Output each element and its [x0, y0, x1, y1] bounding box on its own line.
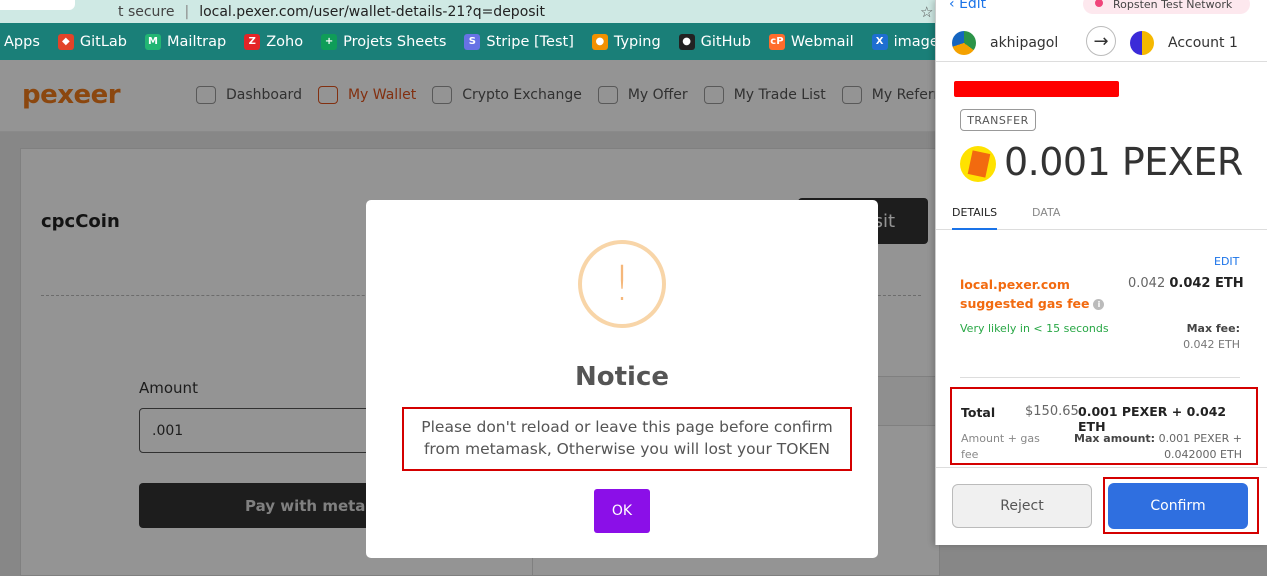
- bookmark-label: Mailtrap: [167, 33, 227, 50]
- max-fee-value: 0.042 ETH: [1183, 338, 1240, 351]
- bookmark-item[interactable]: ◆ GitLab: [57, 33, 128, 50]
- gas-fee-primary: 0.042 ETH: [1169, 276, 1244, 291]
- bookmark-label: GitHub: [700, 33, 751, 50]
- tab-details[interactable]: DETAILS: [952, 206, 998, 230]
- gas-fee-secondary: 0.042: [1128, 276, 1166, 291]
- to-account[interactable]: Account 1: [1130, 31, 1238, 55]
- tab-data[interactable]: DATA: [1032, 206, 1060, 219]
- bookmark-item[interactable]: Z Zoho: [244, 33, 304, 50]
- total-sublabel: Amount + gas fee: [961, 431, 1051, 463]
- to-account-avatar: [1130, 31, 1154, 55]
- redacted-origin: [954, 81, 1119, 97]
- gas-fee-value: 0.042 0.042 ETH: [1128, 276, 1244, 291]
- bookmark-label: Zoho: [266, 33, 304, 50]
- bookmark-label: Typing: [613, 33, 661, 50]
- bookmark-item[interactable]: ● Typing: [591, 33, 661, 50]
- info-icon[interactable]: i: [1093, 299, 1105, 310]
- network-name: Ropsten Test Network: [1113, 0, 1233, 11]
- notice-message-line-2: from metamask, Otherwise you will lost y…: [423, 440, 831, 458]
- max-amount-line-1: 0.001 PEXER +: [1158, 432, 1242, 445]
- bookmark-item[interactable]: cP Webmail: [768, 33, 854, 50]
- reject-button[interactable]: Reject: [952, 484, 1092, 528]
- network-dot-icon: [1095, 0, 1103, 7]
- gas-edit-link[interactable]: EDIT: [1214, 255, 1239, 268]
- notice-title: Notice: [574, 362, 669, 392]
- network-badge[interactable]: Ropsten Test Network: [1083, 0, 1250, 14]
- total-section: Total $150.65 0.001 PEXER + 0.042 ETH Am…: [950, 387, 1258, 465]
- bookmark-icon: ◆: [57, 33, 74, 50]
- bookmark-icon: S: [464, 33, 481, 50]
- url-text[interactable]: local.pexer.com/user/wallet-details-21?q…: [199, 4, 545, 20]
- total-usd: $150.65: [1025, 404, 1079, 419]
- bookmark-label: GitLab: [79, 33, 128, 50]
- max-amount: Max amount: 0.001 PEXER + 0.042000 ETH: [1070, 431, 1242, 463]
- transfer-amount: 0.001 PEXER: [1004, 140, 1243, 184]
- browser-tab-edge: [0, 0, 75, 10]
- bookmark-item[interactable]: M Mailtrap: [145, 33, 227, 50]
- bookmark-icon: M: [145, 33, 162, 50]
- bookmark-icon: Z: [244, 33, 261, 50]
- bookmark-icon: X: [871, 33, 888, 50]
- warning-icon: !: [578, 240, 666, 328]
- transfer-tag: TRANSFER: [960, 109, 1036, 131]
- bookmark-label: Stripe [Test]: [486, 33, 574, 50]
- total-sublabel-line-1: Amount + gas: [961, 432, 1040, 445]
- from-account[interactable]: akhipagol: [952, 31, 1058, 55]
- metamask-footer: Reject Confirm: [936, 467, 1267, 545]
- to-account-name: Account 1: [1168, 35, 1238, 51]
- metamask-edit-label: Edit: [959, 0, 987, 12]
- gas-fee-label: local.pexer.com suggested gas fee i: [960, 275, 1105, 313]
- gas-time-estimate: Very likely in < 15 seconds: [960, 322, 1109, 335]
- metamask-tabs: DETAILS DATA: [936, 196, 1267, 230]
- bookmark-icon: +: [321, 33, 338, 50]
- notice-message: Please don't reload or leave this page b…: [402, 407, 852, 471]
- bookmark-item[interactable]: ● GitHub: [678, 33, 751, 50]
- bookmark-label: Webmail: [790, 33, 854, 50]
- security-indicator[interactable]: t secure: [118, 4, 174, 20]
- confirm-button[interactable]: Confirm: [1108, 483, 1248, 529]
- bookmark-item[interactable]: + Projets Sheets: [321, 33, 447, 50]
- bookmark-icon: ●: [591, 33, 608, 50]
- bookmark-label: Apps: [4, 33, 40, 50]
- ok-button[interactable]: OK: [594, 489, 650, 533]
- pexer-token-icon: [960, 146, 996, 182]
- site-origin: local.pexer.com: [960, 277, 1070, 292]
- bookmark-icon: cP: [768, 33, 785, 50]
- metamask-edit-link[interactable]: ‹ Edit: [949, 0, 986, 12]
- address-bar[interactable]: t secure | local.pexer.com/user/wallet-d…: [0, 0, 950, 23]
- notice-modal: ! Notice Please don't reload or leave th…: [366, 200, 878, 558]
- max-amount-line-2: 0.042000 ETH: [1164, 448, 1242, 461]
- bookmark-label: Projets Sheets: [343, 33, 447, 50]
- notice-message-line-1: Please don't reload or leave this page b…: [421, 418, 833, 436]
- max-fee-label: Max fee:: [1186, 322, 1240, 335]
- max-amount-label: Max amount:: [1074, 432, 1156, 445]
- details-divider: [960, 377, 1240, 378]
- total-sublabel-line-2: fee: [961, 448, 979, 461]
- max-fee: Max fee: 0.042 ETH: [1136, 321, 1240, 353]
- bookmark-item[interactable]: S Stripe [Test]: [464, 33, 574, 50]
- suggested-gas-label: suggested gas fee: [960, 296, 1090, 311]
- chevron-left-icon: ‹: [949, 0, 960, 12]
- bookmark-star-icon[interactable]: ☆: [920, 3, 933, 21]
- account-transfer-row: akhipagol → Account 1: [936, 22, 1267, 62]
- arrow-right-icon: →: [1086, 26, 1116, 56]
- bookmark-icon: ●: [678, 33, 695, 50]
- from-account-name: akhipagol: [990, 35, 1059, 51]
- address-separator: |: [184, 3, 190, 20]
- bookmark-item[interactable]: Apps: [4, 34, 40, 50]
- total-label: Total: [961, 405, 996, 420]
- metamask-popup: ‹ Edit Ropsten Test Network akhipagol → …: [935, 0, 1267, 545]
- from-account-avatar: [952, 31, 976, 55]
- total-amount: 0.001 PEXER + 0.042 ETH: [1078, 404, 1227, 434]
